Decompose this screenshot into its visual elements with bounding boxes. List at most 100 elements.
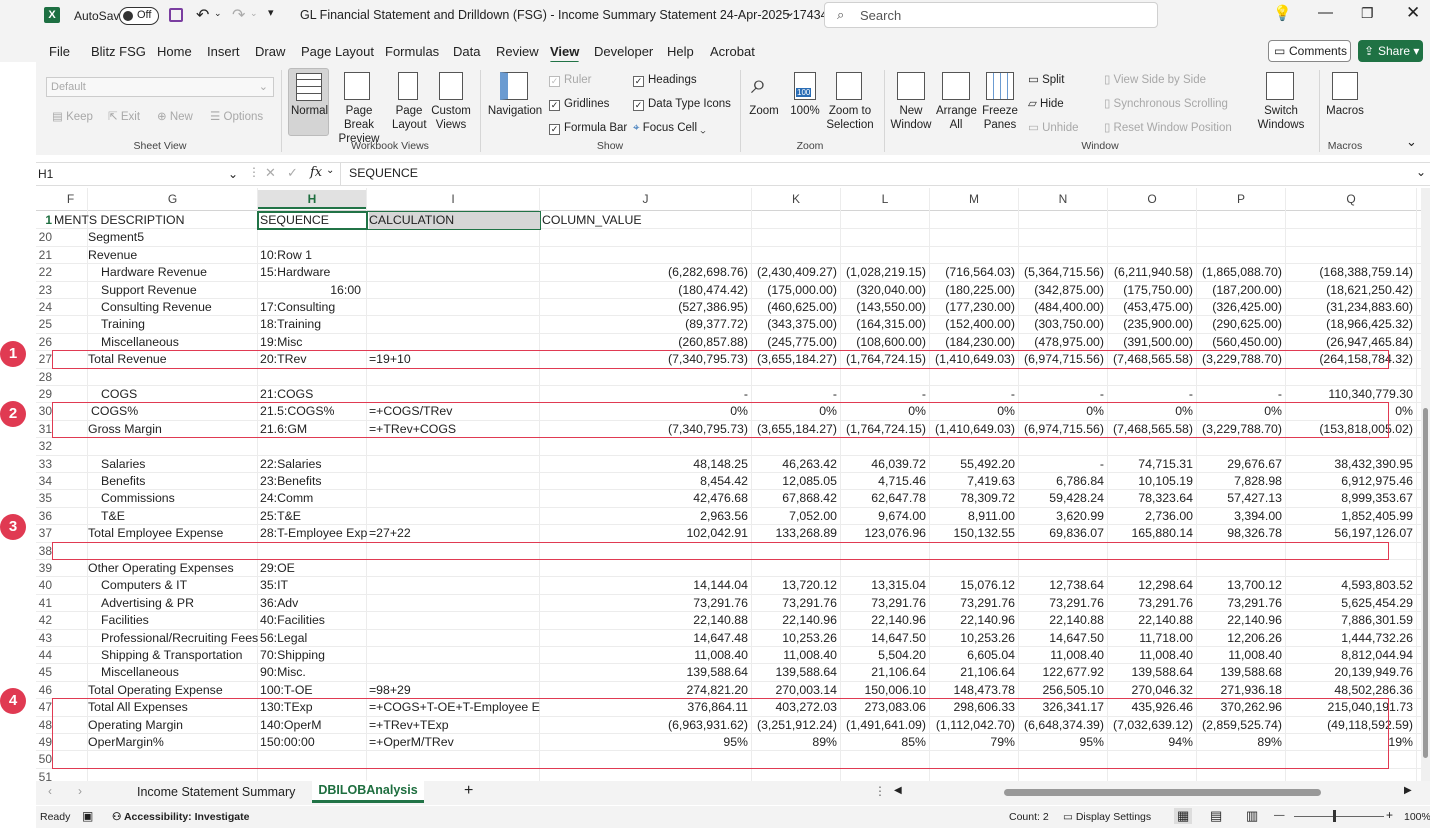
row-header[interactable]: 26: [36, 334, 52, 351]
vertical-scrollbar[interactable]: [1421, 188, 1430, 781]
column-header-o[interactable]: O: [1108, 190, 1197, 209]
sheet-tab-dbilob[interactable]: DBILOBAnalysis: [312, 781, 424, 803]
cell-sequence[interactable]: 56:Legal: [260, 630, 367, 647]
cell-value-p[interactable]: 98,326.78: [1197, 525, 1286, 542]
sheet-view-dropdown[interactable]: Default ⌄: [46, 77, 274, 97]
cell-value-k[interactable]: 10,253.26: [752, 630, 841, 647]
cell-sequence[interactable]: 70:Shipping: [260, 647, 367, 664]
document-title[interactable]: GL Financial Statement and Drilldown (FS…: [300, 8, 848, 22]
cell-calculation[interactable]: =98+29: [369, 682, 540, 699]
split-button[interactable]: ▭ Split: [1028, 73, 1064, 87]
tab-acrobat[interactable]: Acrobat: [710, 44, 755, 59]
cell-value-p[interactable]: (3,229,788.70): [1197, 421, 1286, 438]
cell-sequence[interactable]: 90:Misc.: [260, 664, 367, 681]
focus-cell-button[interactable]: ⌖ Focus Cell ⌄: [633, 121, 706, 135]
restore-icon[interactable]: ❐: [1361, 5, 1374, 22]
cell-value-q[interactable]: 4,593,803.52: [1286, 577, 1417, 594]
cell-value-j[interactable]: 95%: [540, 734, 752, 751]
cell-value-l[interactable]: 21,106.64: [841, 664, 930, 681]
cell-calculation[interactable]: =+OperM/TRev: [369, 734, 540, 751]
cell-value-q[interactable]: (18,621,250.42): [1286, 282, 1417, 299]
cell-value-n[interactable]: 12,738.64: [1019, 577, 1108, 594]
cell-value-p[interactable]: -: [1197, 386, 1286, 403]
cell-sequence[interactable]: 25:T&E: [260, 508, 367, 525]
cell-value-n[interactable]: (478,975.00): [1019, 334, 1108, 351]
cell-description[interactable]: Revenue: [88, 247, 258, 264]
cell-description[interactable]: Other Operating Expenses: [88, 560, 258, 577]
cell-value-k[interactable]: 0%: [752, 403, 841, 420]
cell-value-j[interactable]: 139,588.64: [540, 664, 752, 681]
cell-value-q[interactable]: 110,340,779.30: [1286, 386, 1417, 403]
name-box[interactable]: H1 ⌄: [38, 165, 242, 183]
vertical-scroll-thumb[interactable]: [1423, 408, 1428, 758]
keep-button[interactable]: ▤ Keep: [52, 110, 93, 124]
cell-value-m[interactable]: 8,911.00: [930, 508, 1019, 525]
hide-button[interactable]: ▱ Hide: [1028, 97, 1064, 111]
cell-value-n[interactable]: 73,291.76: [1019, 595, 1108, 612]
cell-value-k[interactable]: (343,375.00): [752, 316, 841, 333]
column-header-i[interactable]: I: [367, 190, 540, 209]
cell-value-m[interactable]: 73,291.76: [930, 595, 1019, 612]
new-window-button[interactable]: New Window: [890, 104, 932, 132]
cell-sequence[interactable]: 28:T-Employee Exp: [260, 525, 367, 542]
cell-value-n[interactable]: (303,750.00): [1019, 316, 1108, 333]
cell-value-l[interactable]: (1,764,724.15): [841, 351, 930, 368]
cell-value-k[interactable]: (3,655,184.27): [752, 351, 841, 368]
cell-calculation[interactable]: =19+10: [369, 351, 540, 368]
macros-button[interactable]: Macros: [1323, 104, 1367, 118]
cell-value-l[interactable]: 46,039.72: [841, 456, 930, 473]
cell-sequence[interactable]: 22:Salaries: [260, 456, 367, 473]
cell-value-q[interactable]: (153,818,005.02): [1286, 421, 1417, 438]
row-header[interactable]: 24: [36, 299, 52, 316]
cell-value-j[interactable]: 14,647.48: [540, 630, 752, 647]
cell-value-q[interactable]: 1,444,732.26: [1286, 630, 1417, 647]
tab-review[interactable]: Review: [496, 44, 539, 59]
cell-value-o[interactable]: (6,211,940.58): [1108, 264, 1197, 281]
cell-value-l[interactable]: 85%: [841, 734, 930, 751]
cell-value-q[interactable]: 0%: [1286, 403, 1417, 420]
cell-calculation[interactable]: =27+22: [369, 525, 540, 542]
cell-value-l[interactable]: (164,315.00): [841, 316, 930, 333]
cell-description[interactable]: Training: [101, 316, 258, 333]
row-header[interactable]: 21: [36, 247, 52, 264]
cell-value-k[interactable]: 73,291.76: [752, 595, 841, 612]
cell-sequence[interactable]: 21:COGS: [260, 386, 367, 403]
cell-value-l[interactable]: 14,647.50: [841, 630, 930, 647]
cell-description[interactable]: Miscellaneous: [101, 664, 258, 681]
cell-value-l[interactable]: 0%: [841, 403, 930, 420]
cell-value-m[interactable]: (1,410,649.03): [930, 421, 1019, 438]
cell-value-k[interactable]: 13,720.12: [752, 577, 841, 594]
cell-value-q[interactable]: (31,234,883.60): [1286, 299, 1417, 316]
page-layout-button[interactable]: Page Layout: [392, 104, 427, 132]
cell-value-l[interactable]: 22,140.96: [841, 612, 930, 629]
cell-sequence[interactable]: 36:Adv: [260, 595, 367, 612]
cell-description[interactable]: T&E: [101, 508, 258, 525]
redo-dropdown-icon[interactable]: ⌄: [250, 8, 258, 19]
close-icon[interactable]: ✕: [1406, 3, 1420, 23]
next-sheet-icon[interactable]: ›: [78, 784, 82, 798]
cell-value-p[interactable]: 11,008.40: [1197, 647, 1286, 664]
row-header[interactable]: 47: [36, 699, 52, 716]
cell-value-l[interactable]: (1,491,641.09): [841, 717, 930, 734]
cell-description[interactable]: Computers & IT: [101, 577, 258, 594]
cell-value-q[interactable]: 6,912,975.46: [1286, 473, 1417, 490]
cell-description[interactable]: Benefits: [101, 473, 258, 490]
cell-value-n[interactable]: 11,008.40: [1019, 647, 1108, 664]
row-header[interactable]: 33: [36, 456, 52, 473]
cell-sequence[interactable]: 150:00:00: [260, 734, 367, 751]
cell-value-p[interactable]: 89%: [1197, 734, 1286, 751]
cell-value-j[interactable]: 274,821.20: [540, 682, 752, 699]
headings-checkbox[interactable]: ✓ Headings: [633, 73, 697, 87]
cell-value-p[interactable]: 271,936.18: [1197, 682, 1286, 699]
cell-value-k[interactable]: 139,588.64: [752, 664, 841, 681]
cell-sequence[interactable]: 15:Hardware: [260, 264, 367, 281]
formula-bar-checkbox[interactable]: ✓ Formula Bar: [549, 121, 627, 135]
row-header[interactable]: 36: [36, 508, 52, 525]
cell-value-k[interactable]: (245,775.00): [752, 334, 841, 351]
cell-value-q[interactable]: (49,118,592.59): [1286, 717, 1417, 734]
tab-help[interactable]: Help: [667, 44, 694, 59]
horizontal-scroll-thumb[interactable]: [1004, 789, 1321, 796]
cell-sequence[interactable]: 40:Facilities: [260, 612, 367, 629]
tab-draw[interactable]: Draw: [255, 44, 285, 59]
cell-value-l[interactable]: 9,674.00: [841, 508, 930, 525]
